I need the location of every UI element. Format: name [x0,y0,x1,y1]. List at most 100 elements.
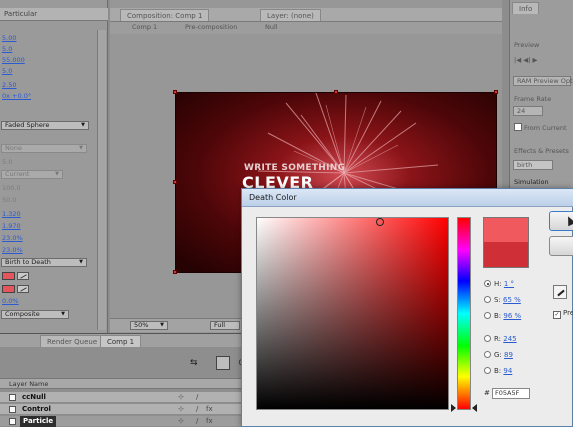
transform-handle[interactable] [173,270,177,274]
dropdown-value: Faded Sphere [5,121,50,129]
breadcrumb-item[interactable]: Comp 1 [132,23,157,31]
quality-dropdown[interactable]: Full [210,321,240,330]
green-value[interactable]: 89 [504,351,513,359]
particle-type-dropdown[interactable]: Faded Sphere ▼ [1,121,89,130]
red-row[interactable]: R: 245 [484,333,517,345]
eyedropper-icon[interactable] [553,285,567,299]
transform-handle[interactable] [173,180,177,184]
blue-radio[interactable] [484,367,491,374]
layer-name[interactable]: Control [22,404,51,415]
hex-input[interactable]: F05A5F [492,388,530,399]
eyedropper-icon[interactable] [17,285,29,293]
property-value[interactable]: 55.000 [0,55,96,65]
saturation-brightness-field[interactable] [256,217,449,410]
tab-comp-1[interactable]: Comp 1 [100,335,142,347]
ram-preview-dropdown[interactable]: RAM Preview Options [513,76,573,86]
tab-info[interactable]: Info [512,2,540,14]
playback-controls[interactable]: |◀ ◀| ▶ [514,56,538,64]
quality-switch-icon[interactable]: / [196,417,198,425]
hue-slider-arrow-icon[interactable] [451,404,456,412]
property-value[interactable]: 5.0 [0,44,96,54]
saturation-row[interactable]: S: 65 % [484,294,521,306]
property-value[interactable]: 23.0% [0,233,96,243]
property-value[interactable]: 1.970 [0,221,96,231]
property-value[interactable]: 2.50 [0,80,96,90]
preview-checkbox-row[interactable]: ✓ Pre [553,309,573,319]
green-radio[interactable] [484,351,491,358]
birth-color-swatch[interactable] [2,272,15,280]
blue-row[interactable]: B: 94 [484,365,512,377]
brightness-value[interactable]: 96 % [503,312,521,320]
breadcrumb-item[interactable]: Null [265,23,278,31]
property-value[interactable]: 23.0% [0,245,96,255]
scrollbar[interactable] [97,30,106,330]
dropdown-value: Birth to Death [5,258,51,266]
frame-rate-field[interactable]: 24 [513,106,543,116]
saturation-value[interactable]: 65 % [503,296,521,304]
layer-name[interactable]: ccNull [22,392,46,403]
green-row[interactable]: G: 89 [484,349,513,361]
death-color-swatch[interactable] [2,285,15,293]
property-value[interactable]: 0x +0.0° [0,91,96,101]
new-color-preview [483,217,529,242]
zoom-dropdown[interactable]: 50% ▼ [130,321,168,330]
color-field-cursor[interactable] [376,218,384,226]
preview-checkbox[interactable]: ✓ [553,311,561,319]
hue-slider[interactable] [457,217,471,410]
shy-switch-icon[interactable]: ⊹ [178,393,184,401]
comp-flowchart-icon[interactable] [216,356,230,370]
shy-switch-icon[interactable]: ⊹ [178,417,184,425]
cancel-button[interactable] [549,236,573,256]
checkbox[interactable] [514,123,522,131]
group-dropdown[interactable]: Current ▼ [1,170,63,179]
layer-row[interactable]: Control ⊹ / fx [0,404,250,415]
property-value: 5.0 [2,158,13,166]
saturation-radio[interactable] [484,296,491,303]
layer-name[interactable]: Particle [20,416,57,427]
current-color-preview[interactable] [483,242,529,268]
tab-composition[interactable]: Composition: Comp 1 [120,9,210,21]
transform-handle[interactable] [334,90,338,94]
eyedropper-icon[interactable] [17,272,29,280]
tab-layer[interactable]: Layer: (none) [260,9,321,21]
property-value[interactable]: 5.00 [0,33,96,43]
property-value[interactable]: 1.320 [0,209,96,219]
brightness-row[interactable]: B: 96 % [484,310,521,322]
hex-hash: # [484,389,490,397]
chevron-down-icon: ▼ [160,322,164,328]
breadcrumb-item[interactable]: Pre-composition [185,23,237,31]
shy-switch-icon[interactable]: ⊹ [178,405,184,413]
preview-label: Pre [563,309,573,317]
transform-handle[interactable] [173,90,177,94]
graph-editor-icon[interactable]: ⇆ [190,358,198,368]
property-value[interactable]: 0.0% [0,296,96,306]
red-value[interactable]: 245 [503,335,516,343]
caption-small: WRITE SOMETHING [244,163,346,173]
brightness-radio[interactable] [484,312,491,319]
from-current-check[interactable]: From Current [514,123,567,132]
effects-search-input[interactable]: birth [513,160,553,170]
layer-row[interactable]: ccNull ⊹ / [0,392,250,403]
layer-color-label [9,394,16,401]
hue-radio[interactable] [484,280,491,287]
group-dropdown[interactable]: None ▼ [1,144,87,153]
layer-row[interactable]: Particle ⊹ / fx [0,416,250,427]
hue-row[interactable]: H: 1 ° [484,278,514,290]
quality-switch-icon[interactable]: / [196,393,198,401]
blend-mode-dropdown[interactable]: Composite ▼ [1,310,69,319]
hue-value[interactable]: 1 ° [504,280,514,288]
quality-switch-icon[interactable]: / [196,405,198,413]
chevron-down-icon: ▼ [79,145,83,151]
fx-switch-icon[interactable]: fx [206,417,213,425]
hue-slider-arrow-icon[interactable] [472,404,477,412]
simulation-category[interactable]: Simulation [514,178,549,186]
red-radio[interactable] [484,335,491,342]
effect-controls-tab[interactable]: Particular [0,8,108,21]
transform-handle[interactable] [494,90,498,94]
color-over-life-dropdown[interactable]: Birth to Death ▼ [1,258,87,267]
tab-render-queue[interactable]: Render Queue [40,335,105,347]
property-value[interactable]: 5.0 [0,66,96,76]
blue-value[interactable]: 94 [503,367,512,375]
fx-switch-icon[interactable]: fx [206,405,213,413]
dialog-titlebar[interactable]: Death Color [242,189,573,207]
